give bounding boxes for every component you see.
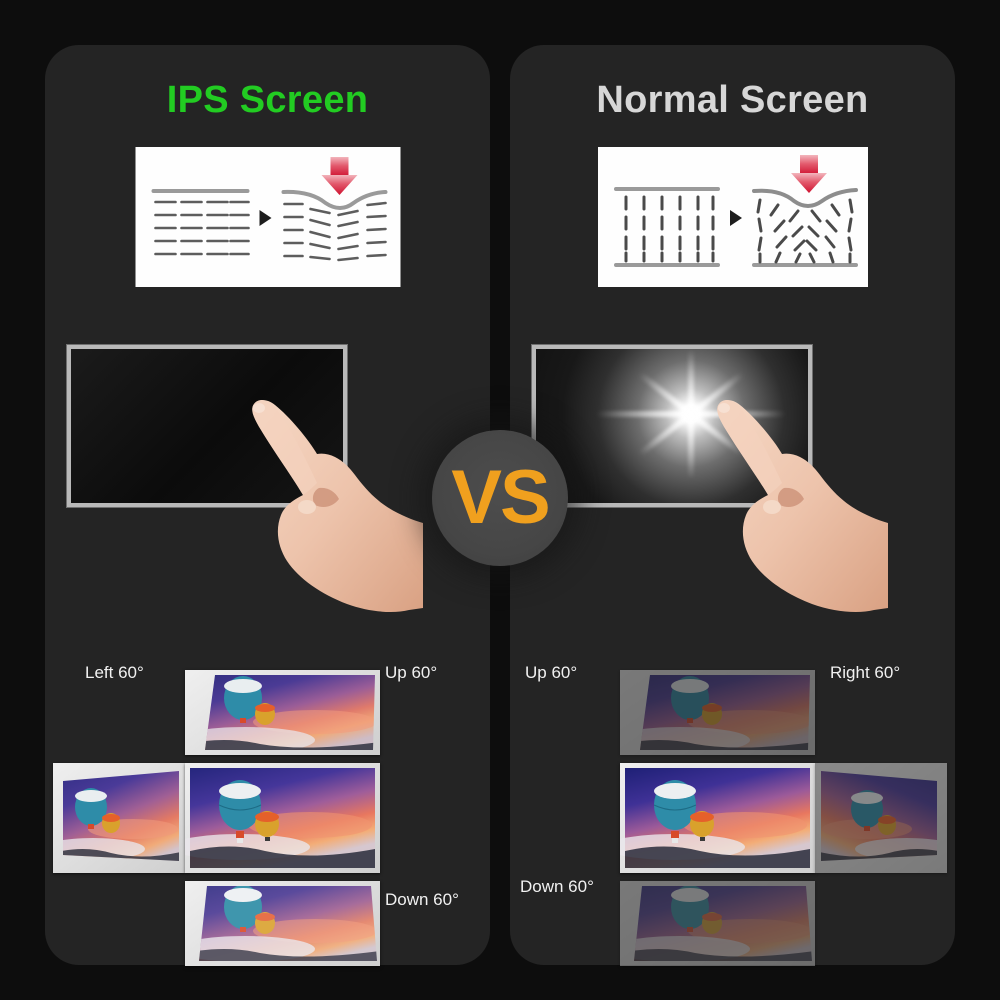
normal-crystal-diagram (597, 147, 868, 287)
angle-label-left: Left 60° (85, 663, 144, 682)
angle-label-right: Right 60° (830, 663, 901, 682)
angle-label-down: Down 60° (385, 890, 459, 909)
normal-touch-demo (510, 335, 955, 612)
ips-crystal-diagram (135, 147, 400, 287)
panel-title-ips: IPS Screen (166, 79, 369, 121)
crystal-diagram-svg (151, 157, 387, 262)
pointing-hand-icon (252, 399, 423, 612)
ips-touch-demo (45, 335, 490, 612)
comparison-infographic: IPS Screen Left 60° Up 60° Down 60° Norm… (0, 0, 1000, 1000)
versus-badge: VS (432, 430, 568, 566)
panel-title-normal: Normal Screen (596, 79, 869, 121)
transition-arrow-icon (259, 210, 271, 226)
thumbnail-right-60 (815, 763, 947, 873)
thumbnail-down-60 (620, 881, 815, 966)
thumbnail-center-front (620, 763, 815, 873)
crystal-diagram-svg (613, 155, 858, 267)
versus-label: VS (451, 455, 550, 540)
thumbnail-up-60 (620, 670, 815, 755)
thumbnail-left-60 (53, 763, 185, 873)
thumbnail-down-60 (185, 881, 380, 966)
panel-normal-screen: Normal Screen Up 60° Right 60° Down 60° (510, 45, 955, 966)
pointing-hand-icon (717, 399, 888, 612)
pressure-arrow-down-icon (321, 157, 357, 195)
transition-arrow-icon (729, 210, 742, 226)
angle-label-up: Up 60° (385, 663, 438, 682)
normal-viewing-angles: Up 60° Right 60° Down 60° (510, 620, 955, 966)
angle-label-down: Down 60° (520, 877, 594, 896)
thumbnail-up-60 (185, 670, 380, 755)
pressure-arrow-down-icon (790, 155, 827, 193)
panel-ips-screen: IPS Screen Left 60° Up 60° Down 60° (45, 45, 490, 966)
ips-viewing-angles: Left 60° Up 60° Down 60° (45, 620, 490, 966)
angle-label-up: Up 60° (525, 663, 578, 682)
thumbnail-center-front (185, 763, 380, 873)
